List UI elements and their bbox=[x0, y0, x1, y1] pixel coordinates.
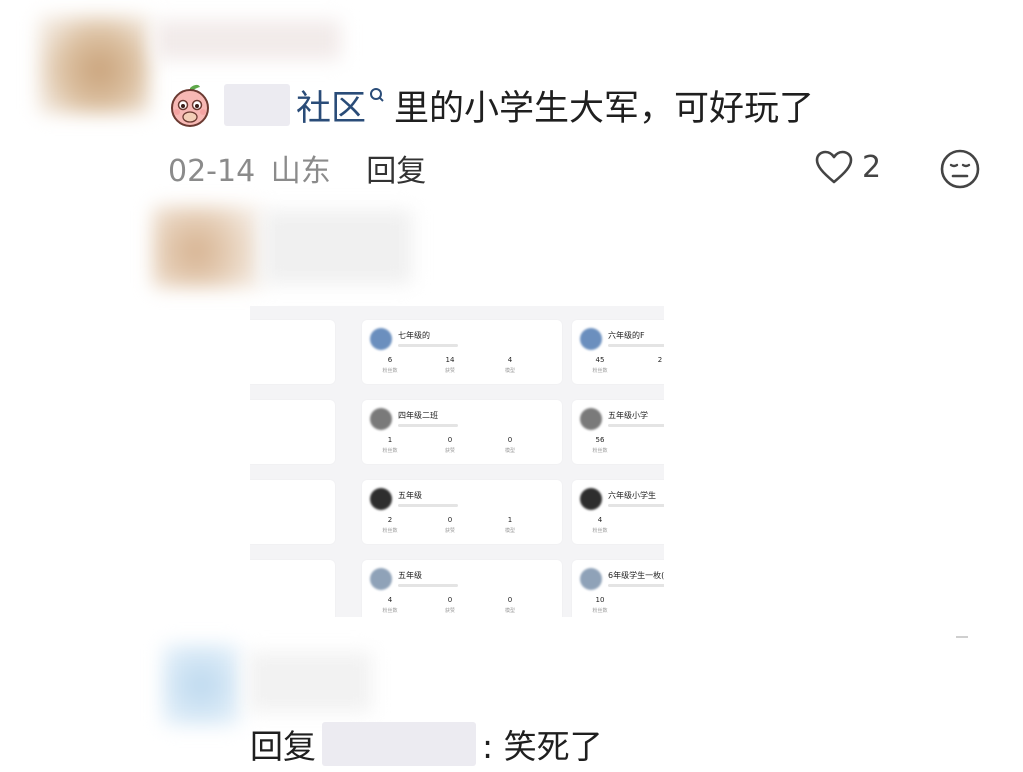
profile-stat-label: 获赞 bbox=[444, 528, 455, 534]
username-commenter-1[interactable] bbox=[155, 20, 341, 60]
profile-stat-value: 0 bbox=[447, 516, 453, 524]
comment-3-text: : 笑死了 bbox=[482, 727, 603, 766]
avatar-commenter-3[interactable] bbox=[162, 644, 240, 726]
profile-stat-value: 14 bbox=[445, 356, 455, 364]
profile-stat-value: 0 bbox=[447, 436, 453, 444]
profile-card[interactable]: 五年级小学 56 粉丝数 bbox=[572, 400, 664, 464]
profile-stat-label: 模型 bbox=[504, 528, 515, 534]
profile-id-placeholder bbox=[608, 424, 664, 427]
profile-stat-value: 4 bbox=[507, 356, 513, 364]
profile-stat-label: 模型 bbox=[504, 368, 515, 374]
profile-avatar bbox=[370, 568, 392, 590]
like-button[interactable]: 2 bbox=[814, 146, 881, 188]
profile-avatar bbox=[370, 408, 392, 430]
profile-stat-value: 0 bbox=[507, 436, 513, 444]
profile-stat-label: 粉丝数 bbox=[592, 368, 608, 374]
profile-stat-label: 粉丝数 bbox=[592, 528, 608, 534]
profile-title: 五年级小学 bbox=[608, 411, 648, 420]
profile-stat-label: 粉丝数 bbox=[592, 608, 608, 614]
profile-card[interactable]: 6年级学生一枚( 10 粉丝数 bbox=[572, 560, 664, 617]
profile-avatar bbox=[370, 328, 392, 350]
avatar-commenter-1[interactable] bbox=[38, 16, 150, 114]
masked-community-name bbox=[224, 84, 290, 126]
profile-id-placeholder bbox=[398, 424, 458, 427]
profile-title: 五年级 bbox=[398, 571, 422, 580]
like-count: 2 bbox=[862, 149, 882, 185]
comment-1-meta: 02-14 山东 回复 bbox=[168, 146, 426, 190]
profile-card[interactable]: 五年级 2 0 1 粉丝数 获赞 模型 bbox=[362, 480, 562, 544]
search-icon[interactable] bbox=[368, 87, 386, 105]
profile-stat-label: 获赞 bbox=[444, 448, 455, 454]
profile-title: 六年级小学生 bbox=[608, 491, 656, 500]
profile-card[interactable]: 六年级小学生 4 粉丝数 bbox=[572, 480, 664, 544]
profile-stat-label: 获赞 bbox=[444, 368, 455, 374]
avatar-commenter-2[interactable] bbox=[152, 206, 262, 288]
profile-card[interactable]: )0模型 bbox=[250, 320, 335, 384]
reply-prefix: 回复 bbox=[250, 727, 316, 766]
profile-avatar bbox=[580, 568, 602, 590]
profile-avatar bbox=[370, 488, 392, 510]
profile-stat-label: 粉丝数 bbox=[382, 528, 398, 534]
username-commenter-2[interactable] bbox=[262, 210, 412, 284]
profile-id-placeholder bbox=[608, 584, 664, 587]
peach-sticker-icon bbox=[171, 84, 209, 127]
profile-card[interactable]: 六年级的F 45 2 粉丝数 bbox=[572, 320, 664, 384]
profile-title: 6年级学生一枚( bbox=[608, 571, 664, 580]
profile-card[interactable]: 七年级的 6 14 4 粉丝数 获赞 模型 bbox=[362, 320, 562, 384]
profile-stat-value: 1 bbox=[507, 516, 513, 524]
profile-card[interactable]: 0模型 bbox=[250, 480, 335, 544]
comment-1-text: 里的小学生大军，可好玩了 bbox=[394, 88, 815, 129]
profile-stat-value: 56 bbox=[595, 436, 605, 444]
profile-stat-value: 10 bbox=[595, 596, 605, 604]
profile-title: 五年级 bbox=[398, 491, 422, 500]
profile-id-placeholder bbox=[398, 504, 458, 507]
profile-stat-value: 2 bbox=[387, 516, 393, 524]
comment-3-content: 回复 : 笑死了 bbox=[250, 720, 603, 768]
reply-button[interactable]: 回复 bbox=[366, 154, 426, 189]
profile-id-placeholder bbox=[608, 504, 664, 507]
attached-screenshot[interactable]: )0模型七年级的6144粉丝数获赞模型六年级的F452粉丝数1模型四年级二班10… bbox=[250, 306, 664, 617]
profile-stat-label: 模型 bbox=[504, 608, 515, 614]
comment-date: 02-14 bbox=[168, 154, 256, 189]
profile-title: 六年级的F bbox=[608, 331, 645, 340]
profile-stat-value: 6 bbox=[387, 356, 393, 364]
profile-avatar bbox=[580, 408, 602, 430]
profile-stat-value: 2 bbox=[657, 356, 663, 364]
profile-title: 四年级二班 bbox=[398, 411, 438, 420]
username-commenter-3[interactable] bbox=[248, 652, 372, 712]
profile-stat-value: 0 bbox=[447, 596, 453, 604]
profile-card[interactable]: 1模型 bbox=[250, 400, 335, 464]
profile-avatar bbox=[580, 488, 602, 510]
profile-stat-value: 4 bbox=[597, 516, 603, 524]
profile-stat-label: 模型 bbox=[504, 448, 515, 454]
profile-stat-label: 获赞 bbox=[444, 608, 455, 614]
profile-stat-value: 4 bbox=[387, 596, 393, 604]
profile-card[interactable]: 生0模型 bbox=[250, 560, 335, 617]
heart-outline-icon bbox=[815, 150, 853, 184]
profile-id-placeholder bbox=[398, 584, 458, 587]
comment-1-content: 社区 里的小学生大军，可好玩了 bbox=[166, 80, 815, 131]
community-link[interactable]: 社区 bbox=[296, 80, 366, 131]
profile-stat-value: 45 bbox=[595, 356, 605, 364]
comment-location: 山东 bbox=[270, 154, 331, 189]
profile-card[interactable]: 四年级二班 1 0 0 粉丝数 获赞 模型 bbox=[362, 400, 562, 464]
profile-stat-label: 粉丝数 bbox=[382, 448, 398, 454]
neutral-face-icon[interactable] bbox=[939, 148, 981, 190]
profile-avatar bbox=[580, 328, 602, 350]
profile-stat-value: 1 bbox=[387, 436, 393, 444]
masked-reply-target bbox=[322, 722, 476, 766]
profile-stat-value: 0 bbox=[507, 596, 513, 604]
profile-stat-label: 粉丝数 bbox=[382, 368, 398, 374]
profile-stat-label: 粉丝数 bbox=[592, 448, 608, 454]
profile-stat-label: 粉丝数 bbox=[382, 608, 398, 614]
profile-id-placeholder bbox=[608, 344, 664, 347]
profile-title: 七年级的 bbox=[398, 331, 430, 340]
divider bbox=[956, 636, 968, 638]
profile-card[interactable]: 五年级 4 0 0 粉丝数 获赞 模型 bbox=[362, 560, 562, 617]
profile-id-placeholder bbox=[398, 344, 458, 347]
